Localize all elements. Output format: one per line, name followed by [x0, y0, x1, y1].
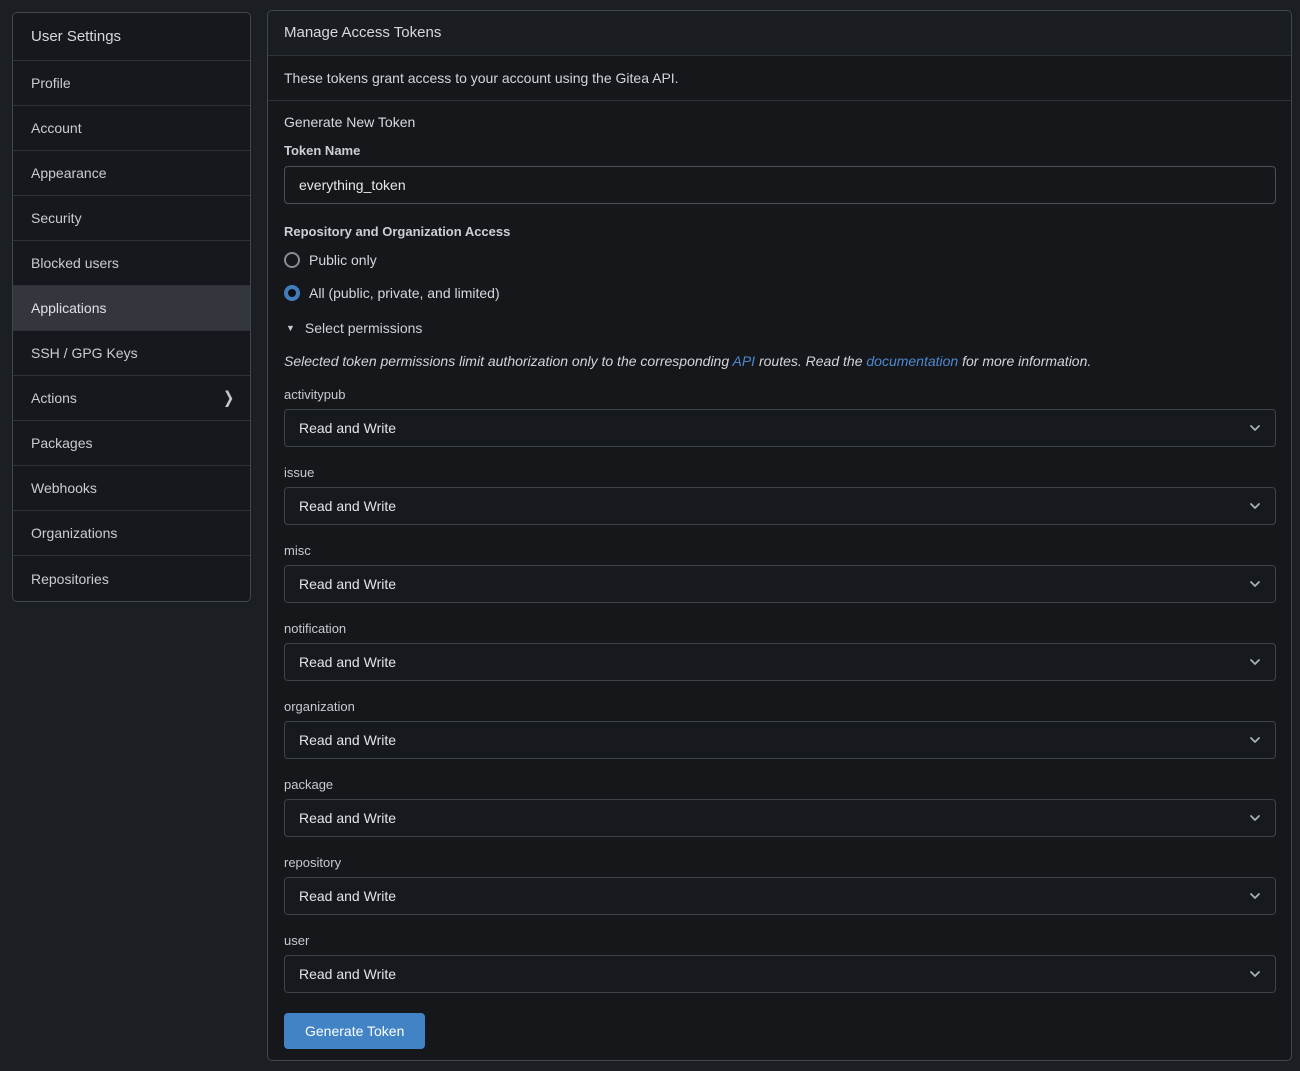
scope-label-issue: issue	[284, 465, 1276, 480]
settings-sidebar: User Settings Profile Account Appearance…	[12, 12, 251, 602]
scope-select-value: Read and Write	[299, 888, 396, 904]
sidebar-item-webhooks[interactable]: Webhooks	[13, 466, 250, 511]
scope-label-notification: notification	[284, 621, 1276, 636]
scope-select-value: Read and Write	[299, 654, 396, 670]
note-text: routes. Read the	[755, 353, 866, 369]
panel-title: Manage Access Tokens	[268, 11, 1291, 56]
scope-select-activitypub[interactable]: Read and Write	[284, 409, 1276, 447]
chevron-down-icon	[1248, 733, 1262, 747]
permissions-note: Selected token permissions limit authori…	[284, 353, 1276, 369]
generate-new-token-heading: Generate New Token	[284, 114, 1276, 130]
token-name-label: Token Name	[284, 143, 1276, 158]
scope-select-value: Read and Write	[299, 420, 396, 436]
sidebar-item-blocked-users[interactable]: Blocked users	[13, 241, 250, 286]
scope-select-organization[interactable]: Read and Write	[284, 721, 1276, 759]
select-permissions-toggle[interactable]: ▼ Select permissions	[284, 320, 1276, 336]
page: User Settings Profile Account Appearance…	[0, 0, 1300, 1071]
chevron-down-icon	[1248, 655, 1262, 669]
sidebar-item-actions[interactable]: Actions ❯	[13, 376, 250, 421]
chevron-down-icon	[1248, 889, 1262, 903]
sidebar-item-repositories[interactable]: Repositories	[13, 556, 250, 601]
chevron-down-icon	[1248, 577, 1262, 591]
scope-select-notification[interactable]: Read and Write	[284, 643, 1276, 681]
scope-select-value: Read and Write	[299, 966, 396, 982]
scope-label-package: package	[284, 777, 1276, 792]
token-name-input[interactable]	[284, 166, 1276, 204]
api-link[interactable]: API	[733, 353, 756, 369]
scope-select-value: Read and Write	[299, 810, 396, 826]
select-permissions-label: Select permissions	[305, 320, 423, 336]
sidebar-item-appearance[interactable]: Appearance	[13, 151, 250, 196]
scope-label-user: user	[284, 933, 1276, 948]
triangle-down-icon: ▼	[286, 323, 295, 333]
chevron-down-icon	[1248, 499, 1262, 513]
sidebar-item-account[interactable]: Account	[13, 106, 250, 151]
chevron-down-icon	[1248, 811, 1262, 825]
scope-select-value: Read and Write	[299, 576, 396, 592]
scope-label-organization: organization	[284, 699, 1276, 714]
access-scope-label: Repository and Organization Access	[284, 224, 1276, 239]
sidebar-title: User Settings	[13, 13, 250, 61]
chevron-right-icon: ❯	[223, 388, 234, 408]
scope-label-repository: repository	[284, 855, 1276, 870]
scope-select-package[interactable]: Read and Write	[284, 799, 1276, 837]
sidebar-item-security[interactable]: Security	[13, 196, 250, 241]
panel-description: These tokens grant access to your accoun…	[268, 56, 1291, 101]
sidebar-item-ssh-gpg-keys[interactable]: SSH / GPG Keys	[13, 331, 250, 376]
sidebar-item-applications[interactable]: Applications	[13, 286, 250, 331]
scope-select-value: Read and Write	[299, 498, 396, 514]
generate-token-button[interactable]: Generate Token	[284, 1013, 425, 1049]
radio-all-label: All (public, private, and limited)	[309, 285, 500, 301]
chevron-down-icon	[1248, 421, 1262, 435]
scope-label-misc: misc	[284, 543, 1276, 558]
radio-public-only-label: Public only	[309, 252, 377, 268]
manage-access-tokens-panel: Manage Access Tokens These tokens grant …	[267, 10, 1292, 1061]
sidebar-item-organizations[interactable]: Organizations	[13, 511, 250, 556]
chevron-down-icon	[1248, 967, 1262, 981]
scope-select-repository[interactable]: Read and Write	[284, 877, 1276, 915]
radio-all[interactable]: All (public, private, and limited)	[284, 281, 1276, 305]
note-text: for more information.	[958, 353, 1091, 369]
scope-label-activitypub: activitypub	[284, 387, 1276, 402]
scope-select-issue[interactable]: Read and Write	[284, 487, 1276, 525]
sidebar-item-packages[interactable]: Packages	[13, 421, 250, 466]
documentation-link[interactable]: documentation	[866, 353, 958, 369]
radio-public-only-circle[interactable]	[284, 252, 300, 268]
sidebar-item-profile[interactable]: Profile	[13, 61, 250, 106]
radio-all-circle[interactable]	[284, 285, 300, 301]
generate-token-form: Generate New Token Token Name Repository…	[268, 101, 1291, 1060]
scope-select-misc[interactable]: Read and Write	[284, 565, 1276, 603]
note-text: Selected token permissions limit authori…	[284, 353, 733, 369]
scope-select-user[interactable]: Read and Write	[284, 955, 1276, 993]
radio-public-only[interactable]: Public only	[284, 248, 1276, 272]
scope-select-value: Read and Write	[299, 732, 396, 748]
